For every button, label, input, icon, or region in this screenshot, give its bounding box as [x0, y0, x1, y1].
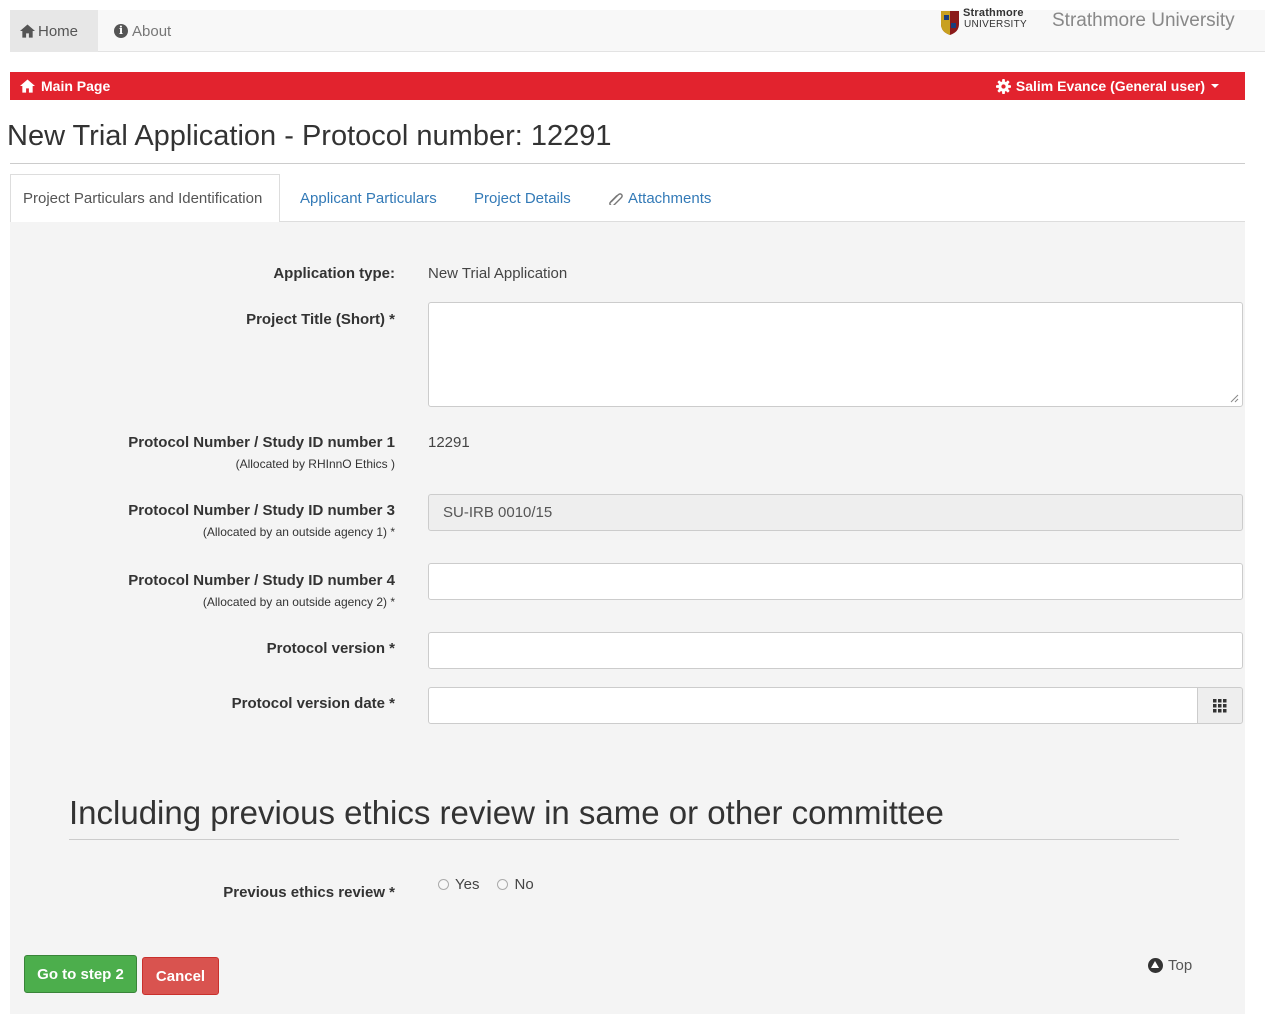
protocol-1-sublabel: (Allocated by RHInnO Ethics ): [235, 457, 395, 471]
protocol-1-label: Protocol Number / Study ID number 1 (All…: [128, 434, 395, 471]
university-logo[interactable]: Strathmore UNIVERSITY: [940, 7, 1035, 38]
arrow-up-circle-icon: [1148, 958, 1163, 973]
protocol-version-input[interactable]: [428, 632, 1243, 669]
radio-no[interactable]: [497, 879, 509, 890]
home-icon: [20, 79, 35, 93]
tab-label: Attachments: [628, 189, 712, 207]
main-page-label: Main Page: [41, 78, 111, 94]
protocol-4-input[interactable]: [428, 563, 1243, 600]
radio-yes-label[interactable]: Yes: [455, 876, 479, 893]
top-navbar: Home i About Strathmore UNIVERSITY Strat…: [10, 7, 1265, 52]
nav-home-link[interactable]: Home: [10, 10, 98, 52]
project-title-textarea[interactable]: [428, 302, 1243, 407]
back-to-top-link[interactable]: Top: [1148, 957, 1192, 974]
gear-icon: [995, 78, 1011, 94]
cancel-button[interactable]: Cancel: [142, 957, 219, 995]
form-tabs: Project Particulars and Identification A…: [10, 174, 1245, 223]
tab-project-details[interactable]: Project Details: [474, 174, 571, 222]
tab-label: Project Particulars and Identification: [23, 190, 263, 207]
protocol-3-input[interactable]: SU-IRB 0010/15: [428, 494, 1243, 531]
nav-home-label: Home: [38, 22, 79, 40]
main-menu-bar: Main Page Salim Evance (General user): [10, 72, 1245, 100]
protocol-1-value: 12291: [428, 434, 470, 451]
protocol-3-label: Protocol Number / Study ID number 3 (All…: [128, 502, 395, 539]
nav-about-label: About: [132, 22, 172, 40]
tab-attachments[interactable]: Attachments: [608, 174, 711, 222]
application-type-value: New Trial Application: [428, 265, 568, 282]
radio-no-label[interactable]: No: [514, 876, 533, 893]
protocol-4-label: Protocol Number / Study ID number 4 (All…: [128, 572, 395, 609]
home-icon: [20, 24, 35, 38]
protocol-version-date-label: Protocol version date *: [231, 695, 395, 712]
previous-review-radio-group: Yes No: [438, 876, 552, 893]
brand-name[interactable]: Strathmore University: [1052, 10, 1235, 32]
caret-down-icon: [1211, 84, 1219, 88]
date-picker-button[interactable]: [1197, 687, 1243, 724]
calendar-icon: [1213, 698, 1227, 712]
page-title: New Trial Application - Protocol number:…: [7, 120, 612, 152]
crest-icon: [941, 11, 959, 35]
nav-about-link[interactable]: i About: [114, 10, 171, 52]
application-type-label: Application type:: [273, 265, 395, 282]
go-to-step-2-button[interactable]: Go to step 2: [24, 955, 137, 993]
protocol-3-value: SU-IRB 0010/15: [443, 504, 553, 521]
tab-label: Project Details: [474, 189, 571, 207]
top-label: Top: [1168, 957, 1193, 974]
protocol-3-sublabel: (Allocated by an outside agency 1) *: [202, 525, 395, 539]
protocol-4-sublabel: (Allocated by an outside agency 2) *: [202, 595, 395, 609]
project-title-label: Project Title (Short) *: [246, 311, 395, 328]
title-divider: [10, 163, 1245, 164]
user-name-label: Salim Evance (General user): [1015, 78, 1205, 94]
protocol-1-label-text: Protocol Number / Study ID number 1: [128, 434, 395, 451]
tab-label: Applicant Particulars: [300, 189, 437, 207]
form-panel: Application type: New Trial Application …: [10, 222, 1245, 1014]
section-title: Including previous ethics review in same…: [69, 794, 944, 831]
info-icon: i: [114, 24, 128, 38]
protocol-version-date-input[interactable]: [428, 687, 1198, 724]
protocol-3-label-text: Protocol Number / Study ID number 3: [128, 502, 395, 519]
section-divider: [69, 839, 1179, 840]
paperclip-icon: [609, 193, 623, 205]
protocol-version-label: Protocol version *: [266, 640, 395, 657]
tab-project-particulars[interactable]: Project Particulars and Identification: [10, 174, 280, 223]
main-page-link[interactable]: Main Page: [20, 72, 110, 100]
protocol-4-label-text: Protocol Number / Study ID number 4: [128, 572, 395, 589]
radio-yes[interactable]: [438, 879, 449, 890]
user-menu-dropdown[interactable]: Salim Evance (General user): [995, 72, 1219, 100]
logo-word-university: UNIVERSITY: [964, 19, 1028, 30]
logo-word-strathmore: Strathmore: [963, 7, 1024, 19]
tab-applicant-particulars[interactable]: Applicant Particulars: [300, 174, 437, 222]
previous-review-label: Previous ethics review *: [223, 884, 395, 901]
resize-handle-icon[interactable]: [1230, 394, 1239, 403]
